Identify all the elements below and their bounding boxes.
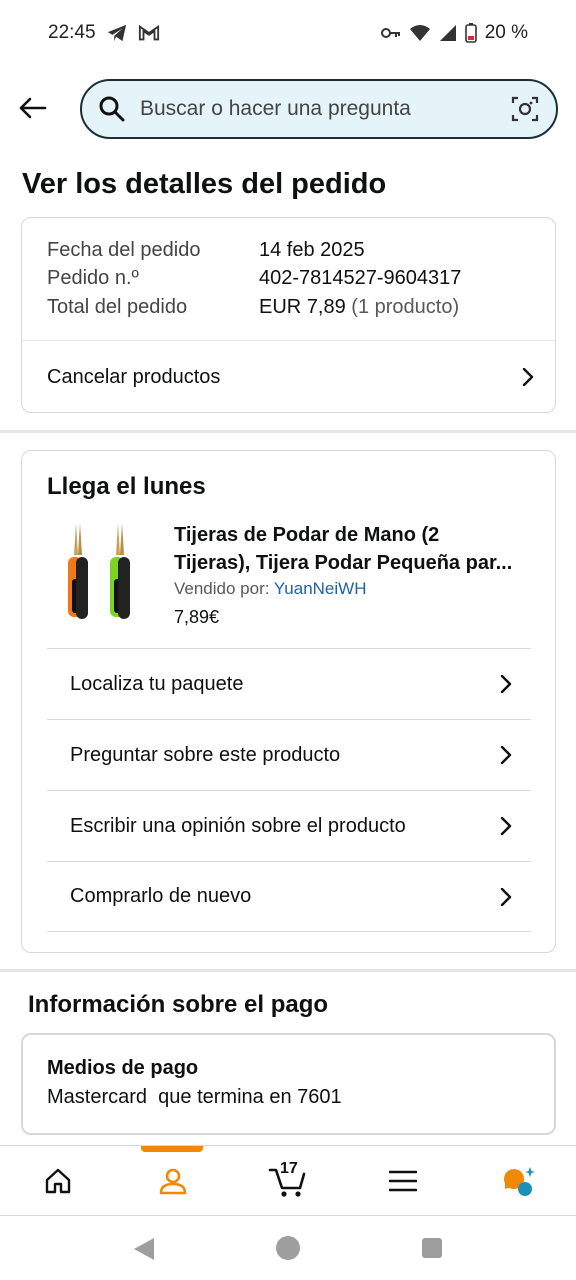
search-input[interactable]: Buscar o hacer una pregunta bbox=[80, 79, 558, 139]
nav-rufus-assistant[interactable] bbox=[461, 1146, 576, 1216]
chevron-right-icon bbox=[500, 675, 512, 693]
product-title-line1: Tijeras de Podar de Mano (2 bbox=[174, 524, 440, 546]
ask-product-label: Preguntar sobre este producto bbox=[70, 743, 341, 766]
wifi-icon bbox=[409, 25, 430, 41]
battery-icon bbox=[464, 23, 477, 43]
search-header: Buscar o hacer una pregunta bbox=[0, 78, 576, 140]
buy-again-button[interactable]: Comprarlo de nuevo bbox=[47, 861, 531, 932]
back-button[interactable] bbox=[14, 90, 50, 126]
system-home-icon[interactable] bbox=[275, 1235, 301, 1261]
delivery-card: Llega el lunes Tijeras de Podar de Mano … bbox=[21, 450, 556, 953]
track-package-label: Localiza tu paquete bbox=[70, 672, 244, 695]
order-number-value: 402-7814527-9604317 bbox=[259, 267, 462, 289]
camera-search-icon[interactable] bbox=[510, 94, 540, 124]
sold-by-label: Vendido por: bbox=[174, 579, 270, 598]
system-navigation-bar bbox=[0, 1215, 576, 1280]
payment-method-label: Medios de pago bbox=[47, 1057, 199, 1079]
product-image[interactable] bbox=[62, 521, 136, 625]
home-icon bbox=[45, 1168, 70, 1194]
gmail-icon bbox=[138, 24, 159, 41]
account-icon bbox=[159, 1168, 186, 1195]
order-total-amount: EUR 7,89 bbox=[259, 296, 346, 318]
search-icon bbox=[99, 96, 125, 122]
write-review-button[interactable]: Escribir una opinión sobre el producto bbox=[47, 790, 531, 861]
status-time: 22:45 bbox=[48, 22, 96, 43]
cancel-products-label: Cancelar productos bbox=[47, 365, 221, 388]
write-review-label: Escribir una opinión sobre el producto bbox=[70, 814, 406, 837]
section-separator bbox=[0, 430, 576, 433]
buy-again-label: Comprarlo de nuevo bbox=[70, 885, 252, 907]
signal-icon bbox=[439, 25, 456, 41]
section-separator bbox=[0, 969, 576, 972]
order-summary-card: Fecha del pedido 14 feb 2025 Pedido n.º … bbox=[21, 217, 556, 413]
cancel-products-button[interactable]: Cancelar productos bbox=[22, 341, 555, 413]
telegram-icon bbox=[107, 24, 126, 42]
system-recents-icon[interactable] bbox=[421, 1237, 443, 1259]
nav-account[interactable] bbox=[115, 1146, 230, 1216]
order-total-count: (1 producto) bbox=[351, 296, 460, 318]
nav-home[interactable] bbox=[0, 1146, 115, 1216]
battery-level: 20 % bbox=[484, 22, 528, 43]
search-placeholder: Buscar o hacer una pregunta bbox=[140, 97, 411, 120]
menu-icon bbox=[388, 1170, 417, 1192]
track-package-button[interactable]: Localiza tu paquete bbox=[47, 648, 531, 719]
status-bar: 22:45 20 % bbox=[0, 0, 576, 66]
chevron-right-icon bbox=[500, 746, 512, 764]
order-total-label: Total del pedido bbox=[47, 296, 188, 318]
chevron-right-icon bbox=[500, 887, 512, 906]
payment-section-title: Información sobre el pago bbox=[28, 991, 329, 1018]
cart-count-badge: 17 bbox=[280, 1160, 298, 1177]
key-icon bbox=[380, 28, 400, 38]
product-price: 7,89€ bbox=[174, 607, 220, 627]
order-number-label: Pedido n.º bbox=[47, 267, 139, 289]
back-arrow-icon bbox=[19, 97, 47, 119]
seller-link[interactable]: YuanNeiWH bbox=[274, 579, 367, 598]
product-title-link[interactable]: Tijeras de Podar de Mano (2 Tijeras), Ti… bbox=[174, 521, 534, 577]
system-back-icon[interactable] bbox=[132, 1236, 156, 1262]
delivery-title: Llega el lunes bbox=[47, 473, 206, 500]
payment-method-card: Medios de pago Mastercard que termina en… bbox=[21, 1033, 556, 1135]
bottom-navigation: 17 bbox=[0, 1145, 576, 1215]
order-date-label: Fecha del pedido bbox=[47, 239, 201, 261]
sold-by: Vendido por: YuanNeiWH bbox=[174, 579, 367, 599]
product-title-line2: Tijeras), Tijera Podar Pequeña par... bbox=[174, 552, 513, 574]
order-date-value: 14 feb 2025 bbox=[259, 239, 365, 261]
ask-product-button[interactable]: Preguntar sobre este producto bbox=[47, 719, 531, 790]
chevron-right-icon bbox=[500, 817, 512, 835]
order-total-value: EUR 7,89 (1 producto) bbox=[259, 296, 459, 319]
page-title: Ver los detalles del pedido bbox=[22, 168, 387, 200]
nav-menu[interactable] bbox=[345, 1146, 460, 1216]
nav-cart[interactable]: 17 bbox=[230, 1146, 345, 1216]
chevron-right-icon bbox=[522, 368, 534, 386]
payment-method-value: Mastercard que termina en 7601 bbox=[47, 1086, 342, 1108]
assistant-icon bbox=[503, 1167, 535, 1196]
